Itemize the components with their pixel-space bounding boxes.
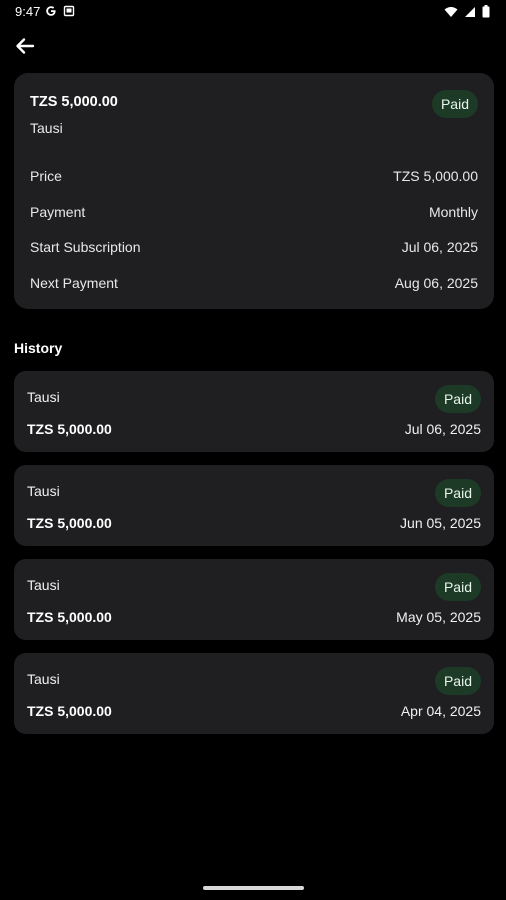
detail-value: TZS 5,000.00 bbox=[393, 168, 478, 184]
history-item[interactable]: Tausi Paid TZS 5,000.00 Apr 04, 2025 bbox=[14, 653, 494, 734]
detail-value: Monthly bbox=[428, 204, 478, 220]
status-right-icons bbox=[444, 5, 490, 23]
subscription-summary-card: TZS 5,000.00 Tausi Paid Price TZS 5,000.… bbox=[14, 73, 494, 309]
history-list: Tausi Paid TZS 5,000.00 Jul 06, 2025 Tau… bbox=[14, 371, 494, 747]
history-item-name: Tausi bbox=[27, 577, 60, 593]
screenshot-icon bbox=[63, 4, 75, 22]
detail-label: Next Payment bbox=[30, 275, 118, 291]
detail-row-start-subscription: Start Subscription Jul 06, 2025 bbox=[30, 239, 478, 259]
history-item-amount: TZS 5,000.00 bbox=[27, 515, 112, 531]
summary-amount: TZS 5,000.00 bbox=[30, 94, 118, 110]
summary-name: Tausi bbox=[30, 120, 63, 136]
detail-label: Payment bbox=[30, 204, 86, 220]
status-left-icons bbox=[45, 4, 75, 22]
history-heading: History bbox=[14, 340, 63, 356]
detail-label: Start Subscription bbox=[30, 239, 141, 255]
history-item-amount: TZS 5,000.00 bbox=[27, 609, 112, 625]
detail-label: Price bbox=[30, 168, 62, 184]
history-item-name: Tausi bbox=[27, 483, 60, 499]
arrow-left-icon bbox=[15, 37, 35, 60]
google-g-icon bbox=[45, 4, 57, 22]
detail-value: Jul 06, 2025 bbox=[401, 239, 478, 255]
status-time: 9:47 bbox=[15, 4, 41, 19]
history-item-name: Tausi bbox=[27, 389, 60, 405]
detail-row-price: Price TZS 5,000.00 bbox=[30, 168, 478, 188]
history-item-amount: TZS 5,000.00 bbox=[27, 421, 112, 437]
signal-icon bbox=[464, 5, 476, 23]
history-item[interactable]: Tausi Paid TZS 5,000.00 May 05, 2025 bbox=[14, 559, 494, 640]
status-badge: Paid bbox=[434, 667, 481, 695]
history-item[interactable]: Tausi Paid TZS 5,000.00 Jun 05, 2025 bbox=[14, 465, 494, 546]
history-item-amount: TZS 5,000.00 bbox=[27, 703, 112, 719]
status-badge: Paid bbox=[434, 385, 481, 413]
battery-icon bbox=[482, 5, 490, 23]
wifi-icon bbox=[444, 5, 458, 23]
history-item-date: Jul 06, 2025 bbox=[404, 421, 481, 437]
history-item[interactable]: Tausi Paid TZS 5,000.00 Jul 06, 2025 bbox=[14, 371, 494, 452]
status-badge: Paid bbox=[431, 90, 478, 118]
detail-value: Aug 06, 2025 bbox=[394, 275, 478, 291]
history-item-date: Jun 05, 2025 bbox=[400, 515, 481, 531]
status-badge: Paid bbox=[434, 479, 481, 507]
history-item-name: Tausi bbox=[27, 671, 60, 687]
detail-row-payment: Payment Monthly bbox=[30, 204, 478, 224]
status-badge: Paid bbox=[434, 573, 481, 601]
history-item-date: May 05, 2025 bbox=[396, 609, 481, 625]
screen: 9:47 TZS 5,000.00 Tausi Paid Price TZS 5… bbox=[0, 0, 506, 900]
status-bar: 9:47 bbox=[0, 0, 506, 24]
detail-row-next-payment: Next Payment Aug 06, 2025 bbox=[30, 275, 478, 295]
gesture-nav-handle[interactable] bbox=[203, 886, 304, 890]
history-item-date: Apr 04, 2025 bbox=[400, 703, 481, 719]
back-button[interactable] bbox=[12, 36, 38, 60]
